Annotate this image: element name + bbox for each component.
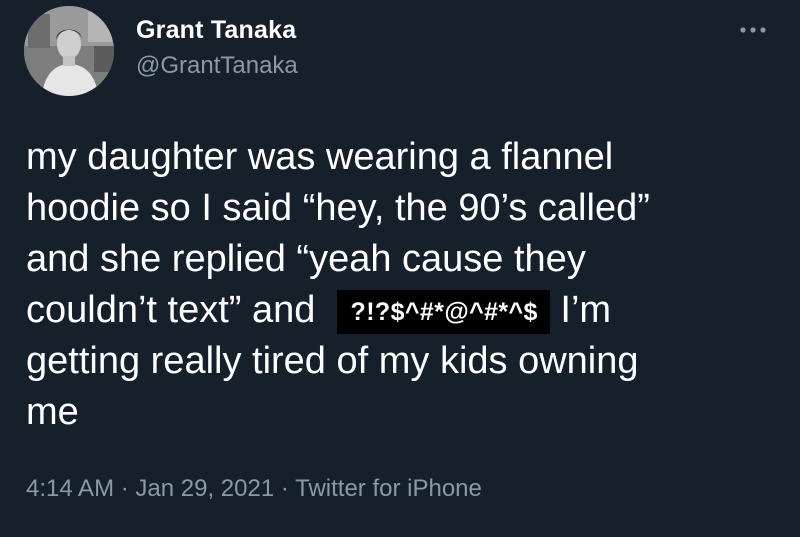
ellipsis-icon [740, 27, 766, 33]
author-display-name[interactable]: Grant Tanaka [136, 14, 296, 46]
avatar[interactable] [24, 6, 114, 96]
tweet-card: Grant Tanaka @GrantTanaka my daughter wa… [0, 0, 800, 537]
censored-box: ?!?$^#*@^#*^$ [336, 290, 550, 334]
meta-separator: · [280, 475, 289, 502]
tweet-time[interactable]: 4:14 AM [26, 475, 114, 502]
tweet-line: me [26, 391, 79, 433]
tweet-text: my daughter was wearing a flannel hoodie… [26, 132, 766, 438]
tweet-line: my daughter was wearing a flannel [26, 136, 614, 178]
tweet-line-segment: couldn’t text” and [26, 289, 316, 331]
avatar-photo [24, 6, 114, 96]
tweet-line-segment: I’m [560, 289, 612, 331]
tweet-line: getting really tired of my kids owning [26, 340, 639, 382]
author-handle[interactable]: @GrantTanaka [136, 51, 298, 81]
meta-separator: · [120, 475, 129, 502]
more-options-button[interactable] [734, 18, 774, 46]
tweet-metadata: 4:14 AM · Jan 29, 2021 · Twitter for iPh… [26, 472, 482, 506]
tweet-line: hoodie so I said “hey, the 90’s called” [26, 187, 650, 229]
tweet-date[interactable]: Jan 29, 2021 [135, 475, 274, 502]
tweet-line: couldn’t text” and ?!?$^#*@^#*^$ I’m [26, 285, 766, 336]
tweet-source[interactable]: Twitter for iPhone [295, 475, 482, 502]
tweet-line: and she replied “yeah cause they [26, 238, 586, 280]
